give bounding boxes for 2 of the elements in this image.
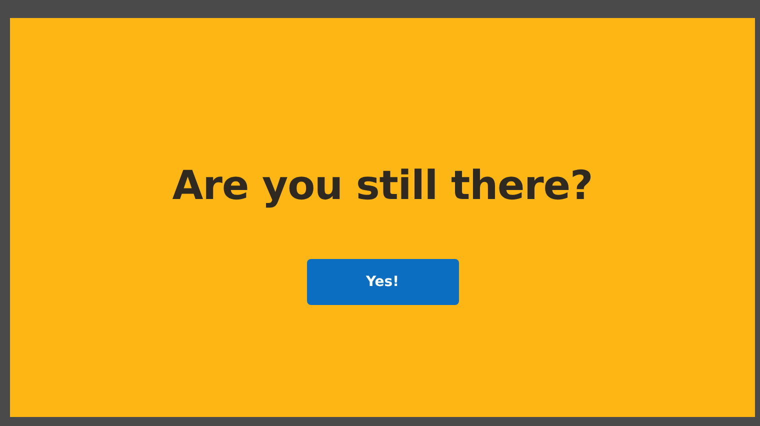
dialog-heading: Are you still there?: [172, 163, 593, 209]
yes-button[interactable]: Yes!: [306, 259, 458, 305]
